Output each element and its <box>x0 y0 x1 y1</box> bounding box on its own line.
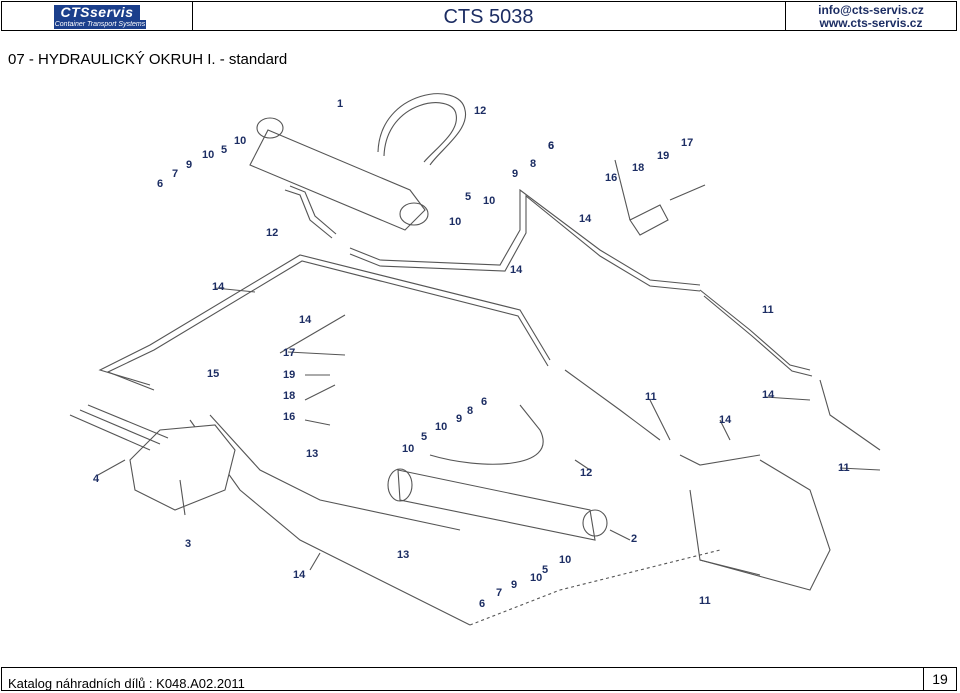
callout-label: 9 <box>456 413 462 425</box>
upper-cylinder-body <box>249 129 426 231</box>
callout-label: 10 <box>483 195 495 207</box>
callout-label: 19 <box>657 150 669 162</box>
callout-label: 11 <box>645 391 657 403</box>
lower-cylinder-body <box>397 469 596 541</box>
catalog-reference: Katalog náhradních dílů : K048.A02.2011 <box>8 676 245 691</box>
pipe-mid <box>564 369 661 441</box>
callout-label: 4 <box>93 473 100 485</box>
callout-label: 10 <box>234 135 246 147</box>
callout-label: 14 <box>293 569 306 581</box>
header-bar: CTSservis Container Transport Systems CT… <box>1 1 957 31</box>
upper-pipe-left <box>284 189 333 239</box>
callout-label: 11 <box>838 462 850 474</box>
callout-label: 10 <box>449 216 461 228</box>
callout-label: 15 <box>207 368 219 380</box>
callout-label: 9 <box>512 168 518 180</box>
callout-label: 8 <box>467 405 473 417</box>
callout-label: 13 <box>306 448 318 460</box>
callout-label: 2 <box>631 533 637 545</box>
diagram-lines <box>69 93 881 626</box>
callout-label: 5 <box>542 564 548 576</box>
callout-label: 6 <box>481 396 487 408</box>
callout-label: 16 <box>605 172 617 184</box>
callout-label: 6 <box>548 140 554 152</box>
logo-text: CTSservis <box>60 4 134 20</box>
callout-label: 11 <box>762 304 774 316</box>
callout-label: 8 <box>530 158 536 170</box>
callout-label: 9 <box>186 159 192 171</box>
callout-label: 14 <box>510 264 523 276</box>
callout-labels: 1 12 6 10 5 10 9 7 6 12 9 8 6 10 5 10 14… <box>93 98 850 610</box>
callout-label: 14 <box>579 213 592 225</box>
callout-label: 10 <box>530 572 542 584</box>
callout-label: 14 <box>719 414 732 426</box>
right-pipe-low <box>689 489 761 576</box>
callout-label: 7 <box>496 587 502 599</box>
callout-label: 16 <box>283 411 295 423</box>
pipe-to-11-b <box>703 295 813 377</box>
right-pipe-loop <box>699 459 831 591</box>
section-title: 07 - HYDRAULICKÝ OKRUH I. - standard <box>8 51 288 68</box>
callout-label: 9 <box>511 579 517 591</box>
page-number: 19 <box>923 668 956 690</box>
callout-label: 14 <box>212 281 225 293</box>
callout-label: 10 <box>402 443 414 455</box>
callout-label: 5 <box>421 431 427 443</box>
model-code: CTS 5038 <box>192 2 786 30</box>
callout-label: 10 <box>202 149 214 161</box>
callout-label: 17 <box>283 347 295 359</box>
callout-label: 10 <box>559 554 571 566</box>
callout-label: 19 <box>283 369 295 381</box>
company-logo: CTSservis Container Transport Systems <box>2 2 193 30</box>
callout-label: 13 <box>397 549 409 561</box>
callout-label: 6 <box>157 178 163 190</box>
pipe-mid-2 <box>679 454 761 466</box>
callout-label: 14 <box>762 389 775 401</box>
pipe-right <box>819 379 881 451</box>
footer-bar: Katalog náhradních dílů : K048.A02.2011 … <box>1 667 957 691</box>
lower-hose <box>429 404 544 465</box>
callout-label: 6 <box>479 598 485 610</box>
callout-label: 1 <box>337 98 343 110</box>
callout-label: 11 <box>699 595 711 607</box>
callout-label: 18 <box>283 390 295 402</box>
hydraulic-diagram: 1 12 6 10 5 10 9 7 6 12 9 8 6 10 5 10 14… <box>69 93 881 626</box>
callout-label: 5 <box>465 191 471 203</box>
clamp-18 <box>629 204 669 236</box>
callout-label: 3 <box>185 538 191 550</box>
pipe-to-11 <box>699 289 811 371</box>
logo-brand: CTSservis <box>54 5 140 20</box>
callout-label: 17 <box>681 137 693 149</box>
callout-label: 14 <box>299 314 312 326</box>
callout-label: 18 <box>632 162 644 174</box>
contact-block: info@cts-servis.cz www.cts-servis.cz <box>786 4 956 30</box>
callout-label: 12 <box>266 227 278 239</box>
callout-label: 5 <box>221 144 227 156</box>
contact-web: www.cts-servis.cz <box>819 16 923 30</box>
dashed-line <box>469 549 721 626</box>
logo-tagline: Container Transport Systems <box>54 20 146 29</box>
callout-label: 12 <box>580 467 592 479</box>
bolt-17 <box>669 184 706 201</box>
callout-label: 12 <box>474 105 486 117</box>
long-pipe-1 <box>98 254 551 386</box>
callout-label: 10 <box>435 421 447 433</box>
callout-label: 7 <box>172 168 178 180</box>
